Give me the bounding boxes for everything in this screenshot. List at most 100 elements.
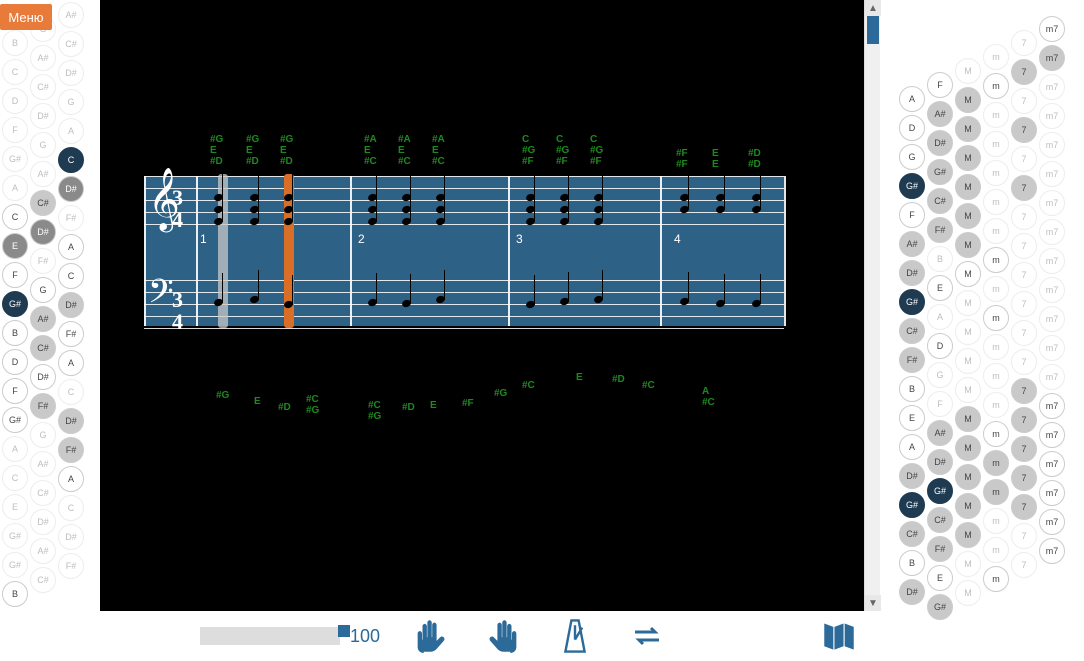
keyboard-key[interactable]: m — [983, 276, 1009, 302]
keyboard-key[interactable]: M — [955, 406, 981, 432]
keyboard-key[interactable]: M — [955, 232, 981, 258]
keyboard-key[interactable]: m7 — [1039, 422, 1065, 448]
keyboard-key[interactable]: 7 — [1011, 436, 1037, 462]
score-area[interactable]: 𝄞𝄢34341234#G E #D#G E #D#G E #D#A E #C#A… — [100, 0, 880, 611]
keyboard-key[interactable]: G — [30, 422, 56, 448]
keyboard-key[interactable]: m7 — [1039, 393, 1065, 419]
keyboard-key[interactable]: F# — [927, 217, 953, 243]
keyboard-key[interactable]: M — [955, 203, 981, 229]
keyboard-key[interactable]: M — [955, 493, 981, 519]
keyboard-key[interactable]: 7 — [1011, 407, 1037, 433]
keyboard-key[interactable]: 7 — [1011, 30, 1037, 56]
scroll-thumb[interactable] — [867, 16, 879, 44]
keyboard-key[interactable]: F — [899, 202, 925, 228]
keyboard-key[interactable]: m — [983, 160, 1009, 186]
right-hand-button[interactable] — [482, 615, 524, 657]
keyboard-key[interactable]: m — [983, 305, 1009, 331]
keyboard-key[interactable]: m7 — [1039, 364, 1065, 390]
keyboard-key[interactable]: m7 — [1039, 451, 1065, 477]
metronome-button[interactable] — [554, 615, 596, 657]
keyboard-key[interactable]: F# — [30, 248, 56, 274]
keyboard-key[interactable]: 7 — [1011, 204, 1037, 230]
keyboard-key[interactable]: M — [955, 464, 981, 490]
keyboard-key[interactable]: m7 — [1039, 132, 1065, 158]
keyboard-key[interactable]: F# — [58, 205, 84, 231]
keyboard-key[interactable]: A# — [927, 101, 953, 127]
keyboard-key[interactable]: m — [983, 131, 1009, 157]
keyboard-key[interactable]: 7 — [1011, 117, 1037, 143]
keyboard-key[interactable]: M — [955, 145, 981, 171]
menu-button[interactable]: Меню — [0, 4, 52, 30]
keyboard-key[interactable]: F — [2, 378, 28, 404]
keyboard-key[interactable]: F# — [58, 437, 84, 463]
keyboard-key[interactable]: A# — [30, 306, 56, 332]
keyboard-key[interactable]: F — [2, 262, 28, 288]
keyboard-key[interactable]: G# — [2, 552, 28, 578]
keyboard-key[interactable]: E — [2, 233, 28, 259]
keyboard-key[interactable]: 7 — [1011, 146, 1037, 172]
keyboard-key[interactable]: A# — [30, 161, 56, 187]
loop-button[interactable] — [626, 615, 668, 657]
keyboard-key[interactable]: C# — [899, 318, 925, 344]
keyboard-key[interactable]: M — [955, 377, 981, 403]
left-hand-button[interactable] — [410, 615, 452, 657]
keyboard-key[interactable]: m — [983, 508, 1009, 534]
keyboard-key[interactable]: F — [927, 391, 953, 417]
keyboard-key[interactable]: m7 — [1039, 248, 1065, 274]
keyboard-key[interactable]: 7 — [1011, 494, 1037, 520]
keyboard-key[interactable]: A# — [58, 2, 84, 28]
keyboard-key[interactable]: m7 — [1039, 306, 1065, 332]
keyboard-key[interactable]: F — [2, 117, 28, 143]
keyboard-key[interactable]: A — [58, 350, 84, 376]
keyboard-key[interactable]: E — [927, 565, 953, 591]
keyboard-key[interactable]: E — [927, 275, 953, 301]
keyboard-key[interactable]: M — [955, 319, 981, 345]
keyboard-key[interactable]: m7 — [1039, 103, 1065, 129]
keyboard-key[interactable]: F# — [58, 321, 84, 347]
keyboard-key[interactable]: D# — [899, 463, 925, 489]
keyboard-key[interactable]: m7 — [1039, 161, 1065, 187]
keyboard-key[interactable]: C# — [927, 188, 953, 214]
keyboard-key[interactable]: M — [955, 87, 981, 113]
keyboard-key[interactable]: m — [983, 363, 1009, 389]
keyboard-key[interactable]: C# — [30, 190, 56, 216]
keyboard-key[interactable]: m7 — [1039, 190, 1065, 216]
keyboard-key[interactable]: m7 — [1039, 45, 1065, 71]
keyboard-key[interactable]: G — [30, 132, 56, 158]
keyboard-key[interactable]: 7 — [1011, 262, 1037, 288]
keyboard-key[interactable]: m — [983, 479, 1009, 505]
keyboard-key[interactable]: m — [983, 392, 1009, 418]
keyboard-key[interactable]: m7 — [1039, 219, 1065, 245]
keyboard-key[interactable]: m — [983, 450, 1009, 476]
keyboard-key[interactable]: m7 — [1039, 509, 1065, 535]
keyboard-key[interactable]: D# — [927, 449, 953, 475]
keyboard-key[interactable]: C# — [58, 31, 84, 57]
keyboard-key[interactable]: C# — [30, 480, 56, 506]
keyboard-key[interactable]: A — [2, 436, 28, 462]
keyboard-key[interactable]: m7 — [1039, 480, 1065, 506]
keyboard-key[interactable]: F# — [927, 536, 953, 562]
keyboard-key[interactable]: G# — [2, 523, 28, 549]
keyboard-key[interactable]: m — [983, 189, 1009, 215]
keyboard-key[interactable]: C — [58, 495, 84, 521]
keyboard-key[interactable]: M — [955, 261, 981, 287]
keyboard-key[interactable]: G# — [927, 159, 953, 185]
keyboard-key[interactable]: D# — [58, 408, 84, 434]
keyboard-key[interactable]: A — [58, 466, 84, 492]
keyboard-key[interactable]: 7 — [1011, 552, 1037, 578]
keyboard-key[interactable]: E — [2, 494, 28, 520]
keyboard-key[interactable]: 7 — [1011, 175, 1037, 201]
keyboard-key[interactable]: 7 — [1011, 59, 1037, 85]
keyboard-key[interactable]: C# — [30, 335, 56, 361]
keyboard-key[interactable]: C# — [30, 567, 56, 593]
keyboard-key[interactable]: D — [899, 115, 925, 141]
keyboard-key[interactable]: B — [2, 30, 28, 56]
keyboard-key[interactable]: C — [58, 263, 84, 289]
keyboard-key[interactable]: 7 — [1011, 320, 1037, 346]
keyboard-key[interactable]: m — [983, 73, 1009, 99]
keyboard-key[interactable]: D — [2, 349, 28, 375]
keyboard-key[interactable]: m — [983, 537, 1009, 563]
keyboard-key[interactable]: m7 — [1039, 335, 1065, 361]
keyboard-key[interactable]: G# — [927, 594, 953, 620]
keyboard-key[interactable]: G — [30, 277, 56, 303]
